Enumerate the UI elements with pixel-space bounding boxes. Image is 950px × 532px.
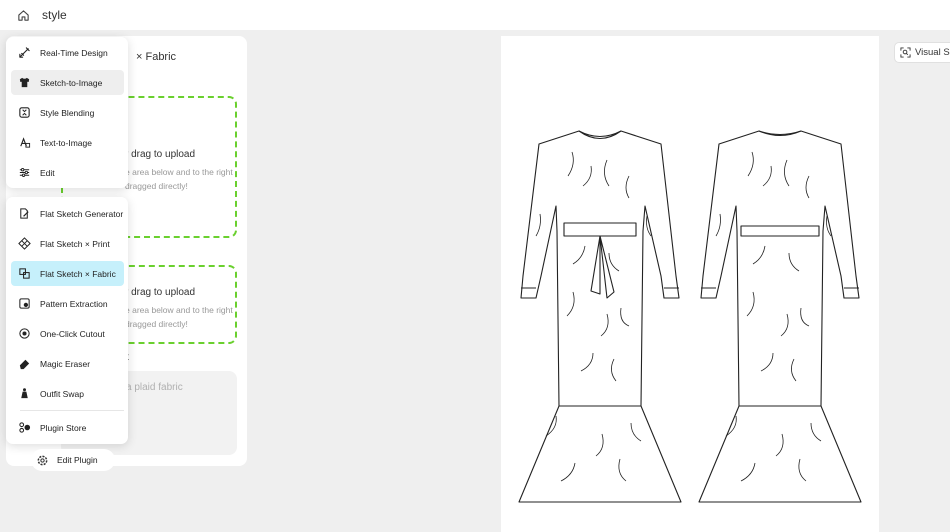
blend-icon bbox=[17, 106, 31, 120]
upload-hint: r drag to upload bbox=[125, 149, 196, 160]
menu-item-one-click-cutout[interactable]: One-Click Cutout bbox=[11, 321, 124, 346]
dress-flat-sketch-image bbox=[518, 130, 862, 503]
upload-subhint: dragged directly! bbox=[125, 181, 188, 191]
dress-front-sketch bbox=[518, 130, 682, 503]
outfit-icon bbox=[17, 387, 31, 401]
pen-ruler-icon bbox=[17, 46, 31, 60]
menu-item-label: Flat Sketch × Print bbox=[40, 238, 110, 249]
menu-item-outfit-swap[interactable]: Outfit Swap bbox=[11, 381, 124, 406]
menu-item-label: Flat Sketch Generator bbox=[40, 208, 124, 219]
menu-item-label: Plugin Store bbox=[40, 422, 87, 433]
tool-menu-secondary: Flat Sketch Generator Flat Sketch × Prin… bbox=[6, 197, 128, 444]
visual-search-label: Visual Se bbox=[915, 47, 950, 58]
visual-search-button[interactable]: Visual Se bbox=[894, 42, 950, 63]
page-title: style bbox=[42, 8, 67, 22]
eraser-icon bbox=[17, 357, 31, 371]
result-canvas[interactable] bbox=[501, 36, 879, 532]
menu-item-edit[interactable]: Edit bbox=[11, 160, 124, 185]
panel-title: × Fabric bbox=[136, 51, 177, 63]
home-icon[interactable] bbox=[11, 3, 35, 27]
menu-item-label: Flat Sketch × Fabric bbox=[40, 268, 116, 279]
menu-item-real-time-design[interactable]: Real-Time Design bbox=[11, 40, 124, 65]
menu-item-style-blending[interactable]: Style Blending bbox=[11, 100, 124, 125]
edit-plugin-label: Edit Plugin bbox=[57, 455, 98, 465]
menu-item-magic-eraser[interactable]: Magic Eraser bbox=[11, 351, 124, 376]
menu-item-flat-sketch-print[interactable]: Flat Sketch × Print bbox=[11, 231, 124, 256]
tool-menu-primary: Real-Time Design Sketch-to-Image Style B… bbox=[6, 37, 128, 188]
cutout-icon bbox=[17, 327, 31, 341]
extract-icon bbox=[17, 297, 31, 311]
menu-item-label: Magic Eraser bbox=[40, 358, 91, 369]
scan-search-icon bbox=[900, 47, 911, 58]
edit-plugin-button[interactable]: Edit Plugin bbox=[31, 449, 115, 471]
menu-item-label: One-Click Cutout bbox=[40, 328, 105, 339]
menu-item-label: Text-to-Image bbox=[40, 137, 92, 148]
upload-subhint: e area below and to the right bbox=[125, 167, 233, 177]
menu-item-label: Edit bbox=[40, 167, 55, 178]
menu-item-label: Sketch-to-Image bbox=[40, 77, 103, 88]
gear-icon bbox=[37, 455, 48, 465]
menu-item-label: Outfit Swap bbox=[40, 388, 84, 399]
prompt-placeholder: a plaid fabric bbox=[126, 382, 183, 393]
sliders-icon bbox=[17, 166, 31, 180]
menu-item-pattern-extraction[interactable]: Pattern Extraction bbox=[11, 291, 124, 316]
fabric-swap-icon bbox=[17, 267, 31, 281]
menu-divider bbox=[20, 410, 124, 411]
menu-item-label: Pattern Extraction bbox=[40, 298, 108, 309]
plugin-store-icon bbox=[17, 421, 31, 435]
menu-item-sketch-to-image[interactable]: Sketch-to-Image bbox=[11, 70, 124, 95]
menu-item-label: Style Blending bbox=[40, 107, 95, 118]
upload-hint: r drag to upload bbox=[125, 287, 196, 298]
text-image-icon bbox=[17, 136, 31, 150]
menu-item-label: Real-Time Design bbox=[40, 47, 108, 58]
menu-item-plugin-store[interactable]: Plugin Store bbox=[11, 415, 124, 440]
dress-back-sketch bbox=[698, 130, 862, 503]
shirt-icon bbox=[17, 76, 31, 90]
top-bar: style bbox=[0, 0, 950, 30]
menu-item-flat-sketch-fabric[interactable]: Flat Sketch × Fabric bbox=[11, 261, 124, 286]
upload-subhint: dragged directly! bbox=[125, 319, 188, 329]
sketch-pen-icon bbox=[17, 207, 31, 221]
menu-item-text-to-image[interactable]: Text-to-Image bbox=[11, 130, 124, 155]
upload-subhint: e area below and to the right bbox=[125, 305, 233, 315]
pattern-grid-icon bbox=[17, 237, 31, 251]
menu-item-flat-sketch-generator[interactable]: Flat Sketch Generator bbox=[11, 201, 124, 226]
